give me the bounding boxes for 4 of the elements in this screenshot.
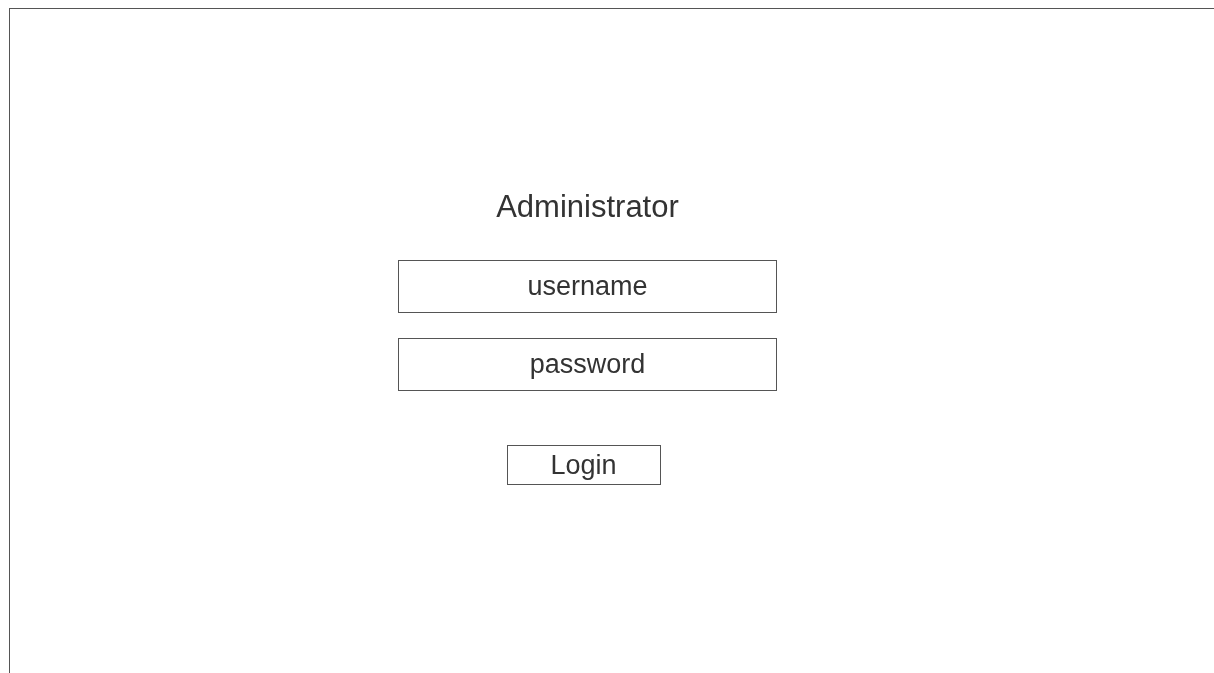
page-title: Administrator xyxy=(496,188,679,226)
input-field[interactable]: username xyxy=(398,260,777,313)
input-field[interactable]: password xyxy=(398,338,777,391)
login-button[interactable]: Login xyxy=(506,445,661,485)
